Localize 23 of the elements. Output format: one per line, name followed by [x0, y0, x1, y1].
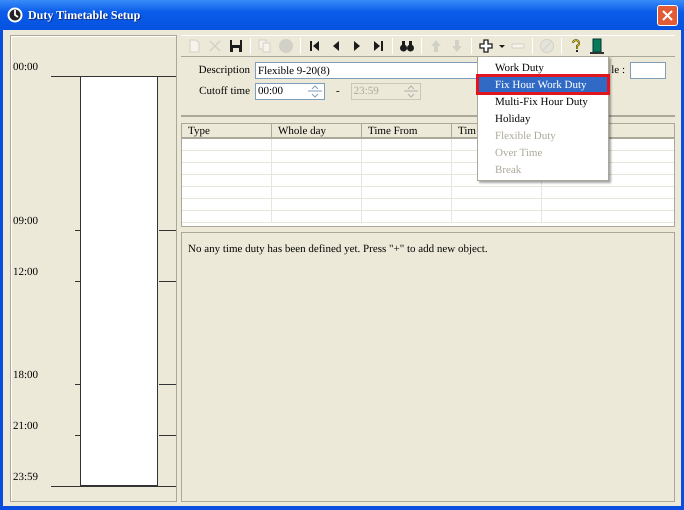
empty-message: No any time duty has been defined yet. Press "+" to add new object. [188, 243, 488, 255]
column-header[interactable]: Whole day [272, 124, 362, 137]
time-label: 12:00 [13, 265, 38, 280]
close-icon [662, 10, 673, 20]
cutoff-time-label: Cutoff time [198, 84, 250, 100]
door-icon[interactable] [587, 36, 607, 56]
column-header[interactable]: Time From [362, 124, 452, 137]
input-field[interactable] [630, 62, 666, 79]
menu-item[interactable]: Holiday [478, 110, 608, 127]
time-label: 23:59 [13, 470, 38, 485]
description-label: Description [198, 63, 250, 78]
time-label: 09:00 [13, 214, 38, 229]
time-from-spinner[interactable]: 00:00 [255, 83, 325, 100]
menu-item[interactable]: Fix Hour Work Duty [478, 76, 608, 93]
window-title: Duty Timetable Setup [28, 7, 140, 24]
range-dash: - [336, 84, 340, 100]
time-label: 18:00 [13, 368, 38, 383]
field-label: le : [611, 63, 625, 78]
time-label: 00:00 [13, 60, 38, 75]
time-label: 21:00 [13, 419, 38, 434]
close-button[interactable] [657, 4, 678, 26]
clock-icon [7, 7, 23, 23]
column-header[interactable]: Type [182, 124, 272, 137]
